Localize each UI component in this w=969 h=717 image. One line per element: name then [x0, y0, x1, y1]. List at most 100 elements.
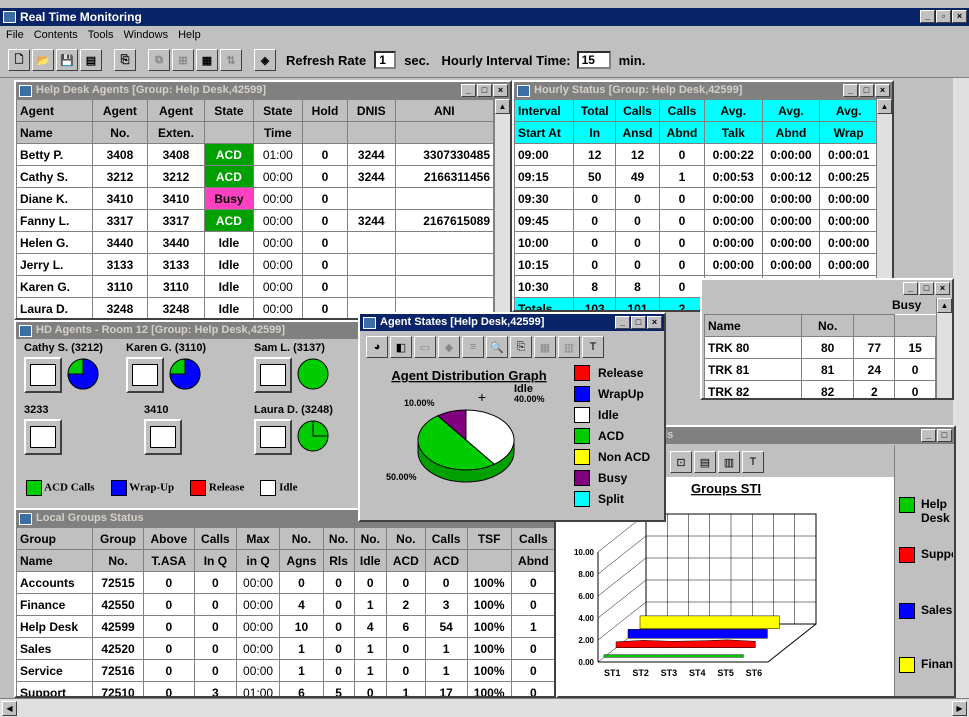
trunk-header-cell[interactable]: No.	[800, 314, 855, 337]
groups-header-cell[interactable]: Idle	[353, 549, 387, 572]
chart-3d-icon[interactable]: ◧	[390, 336, 412, 358]
trunk-row[interactable]: TRK 81 81 24 0	[704, 358, 936, 381]
hourly-header-cell[interactable]: Avg.	[703, 99, 763, 122]
hourly-header-cell[interactable]: Avg.	[819, 99, 878, 122]
trunk-maximize-button[interactable]: □	[919, 282, 934, 295]
hourly-header-cell[interactable]: Interval	[514, 99, 575, 122]
hourly-header-cell[interactable]: Talk	[703, 121, 763, 144]
groups-header-cell[interactable]: No.	[353, 527, 387, 550]
agents-header-cell[interactable]: No.	[92, 121, 148, 144]
hourly-header-cell[interactable]: Calls	[614, 99, 661, 122]
agents-header-cell[interactable]: Agent	[16, 99, 94, 122]
menu-help[interactable]: Help	[178, 29, 201, 41]
trunk-close-button[interactable]: ×	[935, 282, 950, 295]
trunk-header-cell[interactable]	[853, 314, 896, 337]
agent-row[interactable]: Fanny L. 3317 3317 ACD 00:00 0 3244 2167615089	[16, 209, 495, 232]
agents-header-cell[interactable]: Name	[16, 121, 94, 144]
groups-header-cell[interactable]: Group	[16, 527, 94, 550]
hourly-close-button[interactable]: ×	[875, 84, 890, 97]
columns-icon[interactable]: ▥	[558, 336, 580, 358]
states-close-button[interactable]: ×	[647, 316, 662, 329]
sti-tool-icon-3[interactable]: ▥	[718, 451, 740, 473]
chart-type-icon-3[interactable]: ≡	[462, 336, 484, 358]
hourly-header-cell[interactable]: Ansd	[614, 121, 661, 144]
agents-header-cell[interactable]: Time	[252, 121, 304, 144]
agents-header-cell[interactable]: Agent	[146, 99, 206, 122]
hourly-header-cell[interactable]: Abnd	[659, 121, 705, 144]
new-icon[interactable]: 🗋	[8, 49, 30, 71]
preview-icon[interactable]: 🔍	[486, 336, 508, 358]
open-icon[interactable]: 📂	[32, 49, 54, 71]
print-icon[interactable]: ▤	[80, 49, 102, 71]
groups-header-cell[interactable]: Rls	[322, 549, 355, 572]
agents-header-cell[interactable]: State	[204, 99, 254, 122]
hourly-header-cell[interactable]: In	[573, 121, 616, 144]
hourly-header-cell[interactable]: Wrap	[819, 121, 878, 144]
menu-file[interactable]: File	[6, 29, 24, 41]
cascade-icon[interactable]: ⧉	[148, 49, 170, 71]
groups-header-cell[interactable]: Calls	[193, 527, 237, 550]
minimize-button[interactable]: _	[920, 10, 935, 23]
groups-header-cell[interactable]: Name	[16, 549, 94, 572]
hourly-header-cell[interactable]: Avg.	[761, 99, 821, 122]
agent-row[interactable]: Betty P. 3408 3408 ACD 01:00 0 3244 3307330485	[16, 143, 495, 166]
agents-header-cell[interactable]: Agent	[92, 99, 148, 122]
group-row[interactable]: Finance 42550 0 0 00:00 4 0 1 2 3 100% 0	[16, 593, 554, 616]
interval-input[interactable]: 15	[576, 51, 611, 69]
text-tool-icon[interactable]: T	[742, 451, 764, 473]
group-row[interactable]: Help Desk 42599 0 0 00:00 10 0 4 6 54 100% 1	[16, 615, 554, 638]
agents-maximize-button[interactable]: □	[477, 84, 492, 97]
agents-header-cell[interactable]	[394, 121, 495, 144]
groups-header-cell[interactable]: No.	[92, 549, 144, 572]
groups-header-cell[interactable]: Calls	[510, 527, 554, 550]
group-row[interactable]: Support 72510 0 3 01:00 6 5 0 1 17 100% 0	[16, 681, 554, 696]
agents-header-cell[interactable]	[346, 121, 396, 144]
agents-header-cell[interactable]: Hold	[302, 99, 348, 122]
agent-card[interactable]: Cathy S. (3212)	[24, 342, 124, 400]
groups-header-cell[interactable]: ACD	[385, 549, 426, 572]
sti-tool-icon-2[interactable]: ▤	[694, 451, 716, 473]
monitor-icon[interactable]: ◈	[254, 49, 276, 71]
trunk-header-cell[interactable]: Name	[704, 314, 802, 337]
groups-header-cell[interactable]: ACD	[424, 549, 468, 572]
arrange-icon[interactable]: ▦	[196, 49, 218, 71]
agent-card[interactable]: 3233	[24, 404, 124, 462]
groups-header-cell[interactable]: No.	[385, 527, 426, 550]
groups-header-cell[interactable]: Group	[92, 527, 144, 550]
groups-header-cell[interactable]: No.	[322, 527, 355, 550]
trunk-row[interactable]: TRK 80 80 77 15	[704, 336, 936, 359]
tile-icon[interactable]: ⊞	[172, 49, 194, 71]
agents-header-cell[interactable]: Exten.	[146, 121, 206, 144]
sti-tool-icon-1[interactable]: ⊡	[670, 451, 692, 473]
groups-header-cell[interactable]: Above	[142, 527, 195, 550]
agent-row[interactable]: Cathy S. 3212 3212 ACD 00:00 0 3244 2166311456	[16, 165, 495, 188]
agents-header-cell[interactable]	[302, 121, 348, 144]
agent-card[interactable]: Sam L. (3137)	[254, 342, 354, 400]
hourly-header-cell[interactable]: Abnd	[761, 121, 821, 144]
groups-header-cell[interactable]: Calls	[424, 527, 468, 550]
group-row[interactable]: Service 72516 0 0 00:00 1 0 1 0 1 100% 0	[16, 659, 554, 682]
hourly-header-cell[interactable]: Calls	[659, 99, 705, 122]
agents-close-button[interactable]: ×	[493, 84, 508, 97]
menu-contents[interactable]: Contents	[34, 29, 78, 41]
groups-header-cell[interactable]: TSF	[466, 527, 512, 550]
save-icon[interactable]: 💾	[56, 49, 78, 71]
pie-chart-icon[interactable]: ◕	[366, 336, 388, 358]
agent-card[interactable]: 3410	[144, 404, 244, 462]
agent-row[interactable]: Diane K. 3410 3410 Busy 00:00 0	[16, 187, 495, 210]
groups-header-cell[interactable]: in Q	[235, 549, 281, 572]
sort-icon[interactable]: ⇅	[220, 49, 242, 71]
trunk-vscroll[interactable]: ▲	[936, 298, 952, 398]
hourly-minimize-button[interactable]: _	[843, 84, 858, 97]
agent-row[interactable]: Karen G. 3110 3110 Idle 00:00 0	[16, 275, 495, 298]
menu-tools[interactable]: Tools	[88, 29, 114, 41]
agent-card[interactable]: Laura D. (3248)	[254, 404, 354, 462]
hourly-header-cell[interactable]: Total	[573, 99, 616, 122]
sti-maximize-button[interactable]: □	[937, 429, 952, 442]
states-maximize-button[interactable]: □	[631, 316, 646, 329]
group-row[interactable]: Sales 42520 0 0 00:00 1 0 1 0 1 100% 0	[16, 637, 554, 660]
main-hscroll[interactable]: ◀ ▶	[0, 698, 969, 717]
groups-header-cell[interactable]: T.ASA	[142, 549, 195, 572]
grid-icon[interactable]: ▦	[534, 336, 556, 358]
agent-card[interactable]: Karen G. (3110)	[126, 342, 226, 400]
